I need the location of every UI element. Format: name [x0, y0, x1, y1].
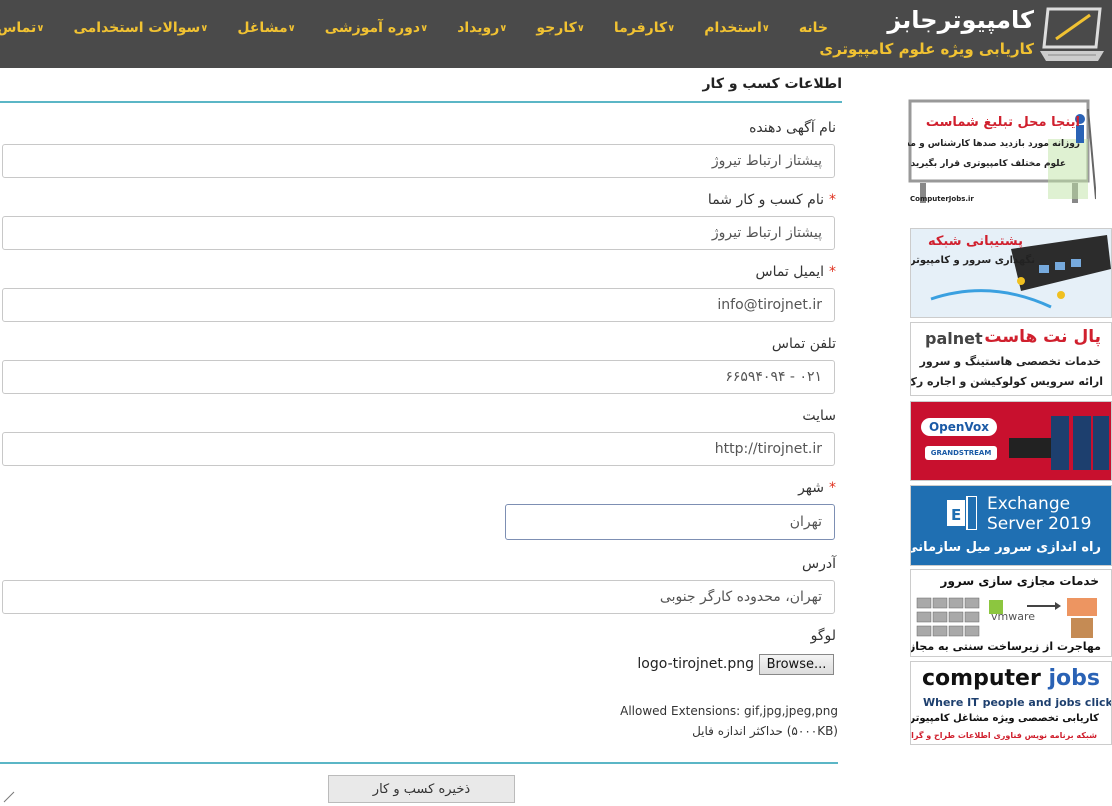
allowed-extensions-hint: Allowed Extensions: gif,jpg,jpeg,png: [620, 704, 838, 718]
advertiser-name-input[interactable]: [2, 144, 835, 178]
top-navbar: کامپیوترجابز کاریابی ویژه علوم کامپیوتری…: [0, 0, 1112, 68]
nav-item-label: خانه: [798, 20, 828, 36]
form-bottom-divider: [0, 762, 838, 764]
ad1-line2: علوم مختلف کامپیوتری قرار بگیرید: [910, 159, 1066, 169]
nav-item-7[interactable]: سوالات استخدامی ∨: [61, 0, 225, 56]
chevron-down-icon: ∨: [200, 22, 209, 34]
chevron-down-icon: ∨: [499, 22, 508, 34]
ad7-line1: کاریابی تخصصی ویژه مشاغل کامپیوتری: [910, 713, 1099, 724]
nav-item-5[interactable]: دوره آموزشی ∨: [313, 0, 445, 56]
chevron-down-icon: ∨: [761, 22, 770, 34]
city-field[interactable]: [505, 504, 835, 540]
chevron-down-icon: ∨: [667, 22, 676, 34]
chevron-down-icon: ∨: [420, 22, 429, 34]
email-label: ایمیل تماس *: [755, 264, 836, 280]
ad3-brand: palnet: [925, 329, 983, 348]
exchange-logo-icon: E: [947, 496, 977, 530]
ad1-line1: روزانه مورد بازدید صدها کارشناس و مدیر: [908, 139, 1080, 149]
ad6-line1: مهاجرت از زیرساخت سنتی به مجازی: [910, 640, 1101, 653]
nav-item-label: کارجو: [536, 20, 577, 36]
ad4-brand2: GRANDSTREAM: [925, 446, 997, 460]
resize-handle-icon: [3, 791, 15, 803]
ad-banner-5[interactable]: E Exchange Server 2019 راه اندازی سرور م…: [910, 485, 1112, 566]
nav-item-8[interactable]: تماس با ما∨: [0, 0, 61, 56]
main-nav: خانه استخدام ∨ کارفرما ∨ کارجو ∨ رویداد ∨ دوره آم…: [0, 0, 840, 56]
ad6-brand: vmware: [991, 610, 1036, 623]
ad3-line2: ارائه سرویس کولوکیشن و اجاره رک: [910, 375, 1103, 388]
laptop-logo-icon: [1040, 7, 1104, 61]
city-label: شهر *: [798, 480, 836, 496]
nav-item-6[interactable]: مشاغل ∨: [225, 0, 312, 56]
nav-item-label: استخدام: [704, 20, 762, 36]
ad7-line2: شبکه برنامه نویس فناوری اطلاعات طراح و گ…: [911, 731, 1097, 740]
business-name-label: نام کسب و کار شما *: [707, 192, 836, 208]
address-label: آدرس: [802, 556, 836, 572]
advertiser-name-label: نام آگهی دهنده: [749, 120, 836, 136]
site-logo[interactable]: کامپیوترجابز کاریابی ویژه علوم کامپیوتری: [819, 0, 1112, 68]
ad7-brand: computer jobs: [922, 666, 1100, 691]
site-title: کامپیوترجابز: [887, 6, 1034, 34]
nav-item-label: دوره آموزشی: [324, 20, 421, 36]
nav-item-label: رویداد: [457, 20, 500, 36]
chevron-down-icon: ∨: [576, 22, 585, 34]
max-file-size-hint: حداکثر اندازه فایل (۵۰۰۰KB): [692, 724, 838, 738]
address-field[interactable]: [2, 580, 835, 614]
website-label: سایت: [802, 408, 836, 424]
logo-label: لوگو: [810, 628, 836, 644]
svg-text:E: E: [951, 506, 961, 524]
website-field[interactable]: [2, 432, 835, 466]
ad3-line1: خدمات تخصصی هاستینگ و سرور: [919, 355, 1101, 368]
ad1-headline: اینجا محل تبلیغ شماست: [925, 115, 1080, 130]
save-business-button[interactable]: ذخیره کسب و کار: [328, 775, 515, 803]
ad-banner-7[interactable]: computer jobs Where IT people and jobs c…: [910, 661, 1112, 745]
nav-item-label: کارفرما: [613, 20, 668, 36]
ad-banner-2[interactable]: پشتیبانی شبکه نگهداری سرور و کامپیوتر: [910, 228, 1112, 318]
nav-item-4[interactable]: رویداد ∨: [445, 0, 524, 56]
browse-button[interactable]: Browse...: [759, 654, 834, 675]
ad-banner-4[interactable]: OpenVox GRANDSTREAM: [910, 401, 1112, 481]
nav-item-2[interactable]: کارفرما ∨: [602, 0, 692, 56]
ad6-headline: خدمات مجازی سازی سرور: [940, 574, 1099, 588]
ad2-line1: نگهداری سرور و کامپیوتر: [910, 255, 1035, 266]
ad5-line3: راه اندازی سرور میل سازمانی: [910, 540, 1101, 555]
chevron-down-icon: ∨: [287, 22, 296, 34]
nav-item-label: سوالات استخدامی: [73, 20, 201, 36]
site-subtitle: کاریابی ویژه علوم کامپیوتری: [819, 40, 1034, 58]
ad-banner-1[interactable]: اینجا محل تبلیغ شماست روزانه مورد بازدید…: [908, 99, 1096, 206]
ad3-headline: پال نت هاست: [984, 327, 1101, 347]
chevron-down-icon: ∨: [36, 22, 45, 34]
phone-field[interactable]: [2, 360, 835, 394]
nav-item-0[interactable]: خانه: [787, 0, 840, 56]
phone-label: تلفن تماس: [771, 336, 836, 352]
ad4-brand1: OpenVox: [921, 418, 997, 436]
ad-banner-3[interactable]: palnet پال نت هاست خدمات تخصصی هاستینگ و…: [910, 322, 1112, 396]
ad5-line1: Exchange: [987, 494, 1071, 514]
nav-item-label: تماس با ما: [0, 20, 37, 36]
nav-item-3[interactable]: کارجو ∨: [524, 0, 601, 56]
nav-item-label: مشاغل: [237, 20, 288, 36]
ad-banner-6[interactable]: خدمات مجازی سازی سرور vmware مهاجرت از ز…: [910, 569, 1112, 657]
server-rack-graphic: [1009, 416, 1109, 470]
ad2-headline: پشتیبانی شبکه: [927, 234, 1023, 249]
ad1-footer: ComputerJobs.ir: [910, 195, 974, 203]
selected-file-name: logo-tirojnet.png: [637, 656, 754, 672]
ad5-line2: Server 2019: [987, 514, 1092, 534]
nav-item-1[interactable]: استخدام ∨: [692, 0, 787, 56]
email-field[interactable]: [2, 288, 835, 322]
section-title: اطلاعات کسب و کار: [702, 76, 843, 92]
business-name-input[interactable]: [2, 216, 835, 250]
ad7-tagline: Where IT people and jobs click: [923, 696, 1112, 709]
title-divider: [0, 101, 842, 103]
